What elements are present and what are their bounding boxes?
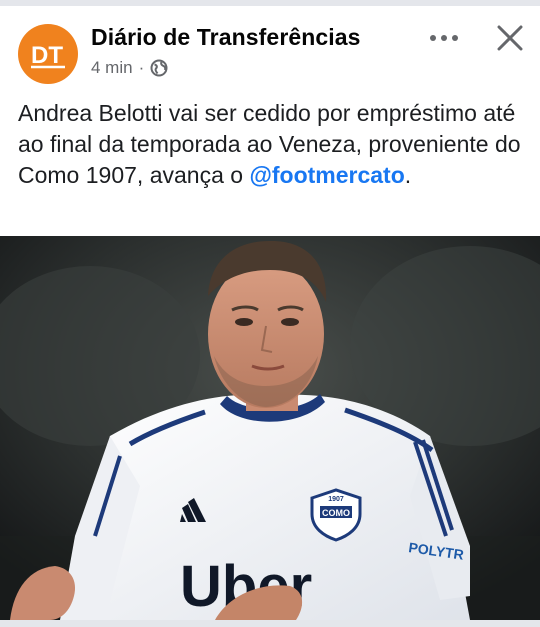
club-crest: 1907 COMO bbox=[310, 488, 362, 542]
bottom-divider bbox=[0, 620, 540, 627]
svg-text:1907: 1907 bbox=[328, 496, 344, 503]
more-button[interactable] bbox=[424, 20, 464, 56]
more-icon bbox=[430, 35, 458, 41]
post-meta: 4 min · bbox=[91, 58, 168, 78]
meta-separator: · bbox=[138, 58, 145, 77]
close-icon bbox=[497, 25, 523, 51]
post-header: DT Diário de Transferências 4 min · bbox=[0, 6, 540, 94]
post-text: Andrea Belotti vai ser cedido por emprés… bbox=[18, 98, 528, 191]
page-avatar[interactable]: DT bbox=[18, 24, 78, 84]
globe-icon[interactable] bbox=[150, 59, 168, 77]
post-photo[interactable]: 1907 COMO Uber POLYTR bbox=[0, 236, 540, 620]
close-button[interactable] bbox=[490, 18, 530, 58]
mention-link[interactable]: @footmercato bbox=[249, 162, 404, 188]
post-time[interactable]: 4 min bbox=[91, 58, 133, 78]
svg-text:COMO: COMO bbox=[322, 508, 350, 518]
svg-text:DT: DT bbox=[31, 42, 63, 69]
avatar-logo: DT bbox=[31, 42, 65, 69]
post-text-end: . bbox=[404, 162, 412, 188]
page-name[interactable]: Diário de Transferências bbox=[91, 24, 361, 51]
player-photo: 1907 COMO Uber POLYTR bbox=[0, 236, 540, 620]
